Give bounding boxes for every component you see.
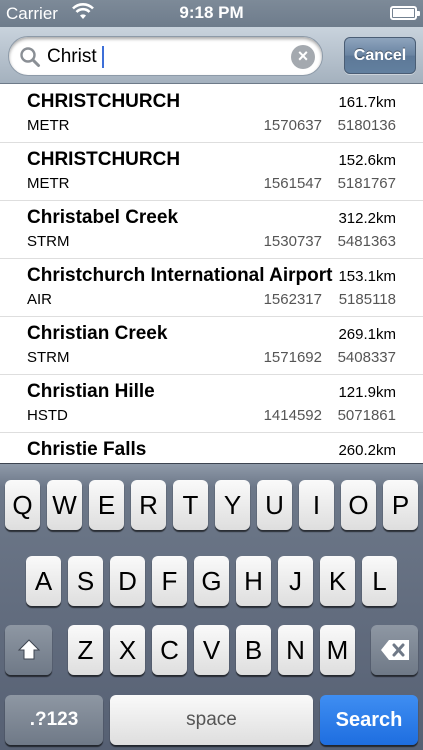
result-easting: 1414592 <box>263 407 322 424</box>
result-northing: 5408337 <box>337 349 396 366</box>
key-n[interactable]: N <box>278 625 313 675</box>
result-northing: 5071861 <box>337 407 396 424</box>
key-p[interactable]: P <box>383 480 418 530</box>
key-c[interactable]: C <box>152 625 187 675</box>
search-input[interactable] <box>47 43 287 71</box>
result-distance: 269.1km <box>338 326 396 343</box>
result-name: Christabel Creek <box>27 207 179 228</box>
result-row[interactable]: Christie FallsFALL260.2km12443405586990 <box>0 433 423 463</box>
result-distance: 152.6km <box>338 152 396 169</box>
result-northing: 5181767 <box>337 175 396 192</box>
key-g[interactable]: G <box>194 556 229 606</box>
key-s[interactable]: S <box>68 556 103 606</box>
result-distance: 312.2km <box>338 210 396 227</box>
result-easting: 1562317 <box>263 291 322 308</box>
result-name: Christie Falls <box>27 439 147 460</box>
space-key[interactable]: space <box>110 695 313 745</box>
numbers-key[interactable]: .?123 <box>5 695 103 745</box>
result-name: Christchurch International Airport <box>27 265 333 286</box>
result-easting: 1570637 <box>263 117 322 134</box>
result-name: Christian Hille <box>27 381 155 402</box>
result-row[interactable]: Christian Hille HSTD 121.9km 1414592 5071861 <box>0 375 423 433</box>
key-o[interactable]: O <box>341 480 376 530</box>
key-j[interactable]: J <box>278 556 313 606</box>
key-m[interactable]: M <box>320 625 355 675</box>
battery-icon <box>390 6 420 20</box>
key-f[interactable]: F <box>152 556 187 606</box>
search-bar: × Cancel <box>0 27 423 84</box>
key-u[interactable]: U <box>257 480 292 530</box>
result-row[interactable]: Christchurch International Airport AIR 153… <box>0 259 423 317</box>
result-name: CHRISTCHURCH <box>27 149 181 170</box>
result-distance: 260.2km <box>338 442 396 459</box>
key-b[interactable]: B <box>236 625 271 675</box>
key-w[interactable]: W <box>47 480 82 530</box>
clear-icon[interactable]: × <box>291 45 315 69</box>
result-easting: 1561547 <box>263 175 322 192</box>
shift-key[interactable] <box>5 625 52 675</box>
keyboard: Q W E R T Y U I O P A S D F G H J K L Z X C V B N M .?123 space Sear… <box>0 463 423 750</box>
key-a[interactable]: A <box>26 556 61 606</box>
key-x[interactable]: X <box>110 625 145 675</box>
result-distance: 153.1km <box>338 268 396 285</box>
cancel-button[interactable]: Cancel <box>344 37 416 74</box>
text-cursor <box>102 46 104 68</box>
result-northing: 5180136 <box>337 117 396 134</box>
result-row[interactable]: CHRISTCHURCH METR 161.7km 1570637 5180136 <box>0 85 423 143</box>
search-icon <box>19 46 41 73</box>
key-r[interactable]: R <box>131 480 166 530</box>
key-v[interactable]: V <box>194 625 229 675</box>
backspace-icon <box>380 640 409 660</box>
key-z[interactable]: Z <box>68 625 103 675</box>
result-row[interactable]: Christian Creek STRM 269.1km 1571692 5408337 <box>0 317 423 375</box>
result-type: METR <box>27 117 70 134</box>
status-bar: Carrier 9:18 PM <box>0 0 423 27</box>
result-type: METR <box>27 175 70 192</box>
results-list: CHRISTCHURCH METR 161.7km 1570637 5180136 CHR… <box>0 85 423 463</box>
result-distance: 161.7km <box>338 94 396 111</box>
result-type: HSTD <box>27 407 68 424</box>
result-name: Christian Creek <box>27 323 168 344</box>
search-key[interactable]: Search <box>320 695 418 745</box>
key-y[interactable]: Y <box>215 480 250 530</box>
shift-icon <box>17 639 40 660</box>
result-northing: 5481363 <box>337 233 396 250</box>
key-e[interactable]: E <box>89 480 124 530</box>
key-h[interactable]: H <box>236 556 271 606</box>
result-type: AIR <box>27 291 53 308</box>
clock: 9:18 PM <box>179 3 244 22</box>
result-type: STRM <box>27 233 70 250</box>
key-d[interactable]: D <box>110 556 145 606</box>
search-field[interactable]: × <box>8 36 323 76</box>
delete-key[interactable] <box>371 625 418 675</box>
result-name: CHRISTCHURCH <box>27 91 181 112</box>
key-l[interactable]: L <box>362 556 397 606</box>
result-distance: 121.9km <box>338 384 396 401</box>
result-easting: 1530737 <box>263 233 322 250</box>
key-t[interactable]: T <box>173 480 208 530</box>
result-easting: 1571692 <box>263 349 322 366</box>
result-northing: 5185118 <box>338 291 396 308</box>
result-type: STRM <box>27 349 70 366</box>
result-row[interactable]: CHRISTCHURCH METR 152.6km 1561547 5181767 <box>0 143 423 201</box>
key-q[interactable]: Q <box>5 480 40 530</box>
key-i[interactable]: I <box>299 480 334 530</box>
result-row[interactable]: Christabel Creek STRM 312.2km 1530737 548136… <box>0 201 423 259</box>
key-k[interactable]: K <box>320 556 355 606</box>
